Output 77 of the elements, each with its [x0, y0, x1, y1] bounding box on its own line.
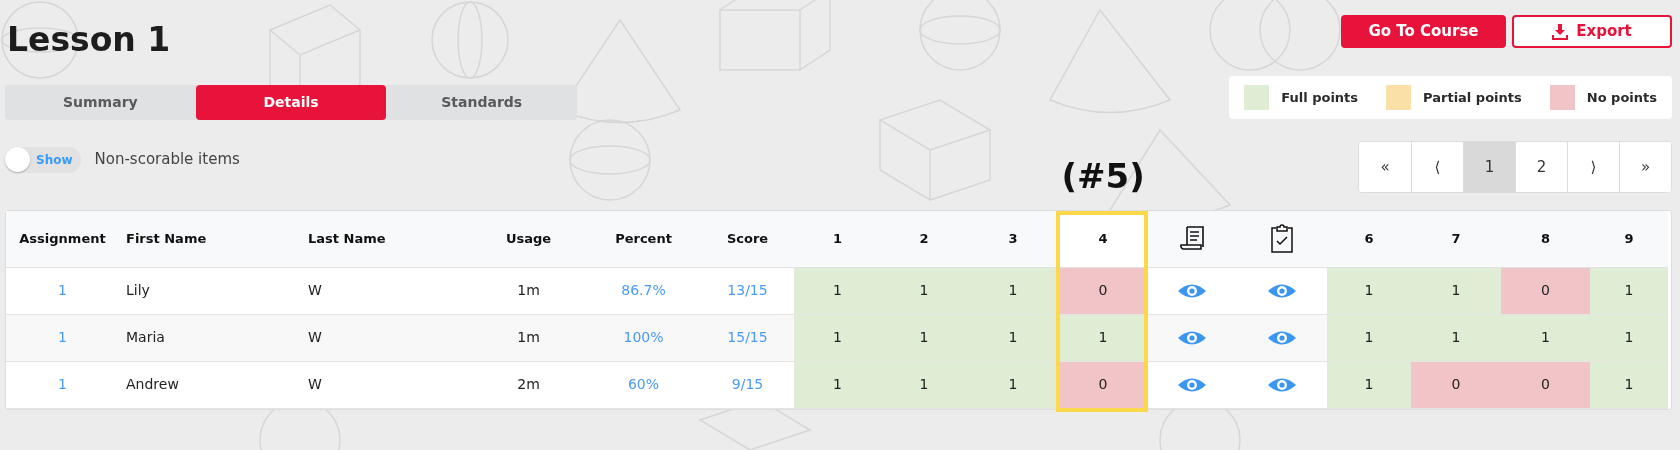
eye-icon[interactable]	[1177, 329, 1207, 347]
eye-icon[interactable]	[1177, 282, 1207, 300]
toggle-label: Non-scorable items	[94, 149, 240, 171]
column-header: First Name	[119, 211, 301, 267]
table-cell: Andrew	[119, 361, 301, 408]
score-cell: 1	[794, 314, 881, 361]
score-cell: 0	[1059, 267, 1147, 314]
score-link[interactable]: 13/15	[727, 282, 768, 298]
go-to-course-button[interactable]: Go To Course	[1341, 15, 1506, 48]
assignment-link[interactable]: 1	[58, 329, 67, 345]
column-header: 2	[881, 211, 967, 267]
tab[interactable]: Summary	[5, 84, 196, 120]
table-cell: 1m	[471, 314, 586, 361]
score-cell: 0	[1501, 361, 1590, 408]
legend-label: Full points	[1281, 88, 1359, 107]
eye-icon[interactable]	[1267, 329, 1297, 347]
score-cell: 1	[881, 361, 967, 408]
eye-icon[interactable]	[1267, 282, 1297, 300]
page-button[interactable]: 1	[1463, 142, 1515, 192]
score-cell: 1	[1327, 267, 1411, 314]
score-cell: 1	[967, 267, 1059, 314]
column-header: 3	[967, 211, 1059, 267]
assignment-link[interactable]: 1	[58, 282, 67, 298]
score-cell: 1	[1327, 314, 1411, 361]
score-cell: 1	[794, 361, 881, 408]
table-cell: W	[301, 314, 471, 361]
scroll-icon	[1179, 225, 1205, 253]
table-cell: 2m	[471, 361, 586, 408]
score-cell: 1	[1059, 314, 1147, 361]
legend-label: Partial points	[1423, 88, 1522, 107]
percent-link[interactable]: 60%	[627, 376, 660, 392]
column-header: Score	[701, 211, 794, 267]
percent-link[interactable]: 86.7%	[621, 282, 666, 298]
eye-icon[interactable]	[1177, 376, 1207, 394]
score-cell: 1	[1590, 361, 1668, 408]
column-header: Last Name	[301, 211, 471, 267]
column-header: 6	[1327, 211, 1411, 267]
table-cell: W	[301, 361, 471, 408]
column-header: Assignment	[6, 211, 119, 267]
page-title: Lesson 1	[7, 20, 172, 60]
score-cell: 1	[881, 314, 967, 361]
column-header: Usage	[471, 211, 586, 267]
assignment-link[interactable]: 1	[58, 376, 67, 392]
column-header: Percent	[586, 211, 701, 267]
table-cell: W	[301, 267, 471, 314]
score-cell: 1	[794, 267, 881, 314]
score-cell: 1	[967, 314, 1059, 361]
score-cell: 1	[1327, 361, 1411, 408]
score-cell: 1	[1411, 314, 1501, 361]
tab[interactable]: Details	[195, 84, 387, 120]
legend-label: No points	[1586, 88, 1657, 107]
score-cell: 1	[881, 267, 967, 314]
clipboard-check-icon	[1269, 223, 1295, 254]
score-cell: 0	[1411, 361, 1501, 408]
score-cell: 1	[1590, 314, 1668, 361]
score-cell: 1	[967, 361, 1059, 408]
page-button[interactable]: »	[1619, 142, 1671, 192]
export-button[interactable]: Export	[1512, 15, 1672, 48]
score-link[interactable]: 9/15	[731, 376, 764, 392]
tab[interactable]: Standards	[386, 84, 577, 120]
score-cell: 1	[1411, 267, 1501, 314]
score-cell: 0	[1501, 267, 1590, 314]
column-header: 1	[794, 211, 881, 267]
score-cell: 0	[1059, 361, 1147, 408]
column-header: 7	[1411, 211, 1501, 267]
score-cell: 1	[1590, 267, 1668, 314]
table-cell: Lily	[119, 267, 301, 314]
table-cell: Maria	[119, 314, 301, 361]
annotation-label: (#5)	[1061, 155, 1145, 198]
score-link[interactable]: 15/15	[727, 329, 768, 345]
column-header: 8	[1501, 211, 1590, 267]
score-cell: 1	[1501, 314, 1590, 361]
table-cell: 1m	[471, 267, 586, 314]
column-header: 9	[1590, 211, 1668, 267]
download-icon	[1552, 23, 1569, 40]
eye-icon[interactable]	[1267, 376, 1297, 394]
percent-link[interactable]: 100%	[623, 329, 664, 345]
